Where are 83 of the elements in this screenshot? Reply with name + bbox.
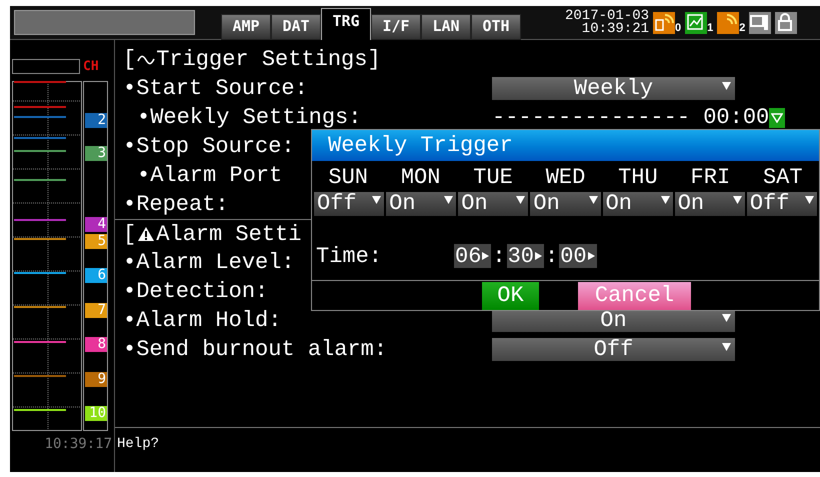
dropdown[interactable]: On (492, 309, 735, 332)
time-label: Time: (316, 242, 384, 270)
bracket: [ (123, 46, 136, 74)
time-spinner[interactable]: 06 (454, 244, 492, 268)
time-text: 10:39:21 (582, 22, 650, 36)
setting-label: •Alarm Hold: (123, 308, 282, 333)
caret-icon (588, 196, 598, 204)
signal-icon[interactable] (717, 12, 740, 34)
channel-name-field (12, 59, 80, 74)
day-dropdown[interactable]: On (530, 192, 601, 216)
channel-badge: 2 (85, 113, 107, 128)
caret-icon (516, 196, 526, 204)
setting-label: •Start Source: (123, 76, 308, 101)
monitor-icon[interactable] (749, 12, 772, 34)
channel-badge: 7 (85, 303, 107, 318)
card-signal-icon[interactable] (653, 12, 676, 34)
tab[interactable]: LAN (421, 14, 471, 40)
ok-button[interactable]: OK (482, 282, 539, 310)
day-label: MON (400, 164, 442, 192)
day-label: TUE (472, 164, 514, 192)
date-text: 2017-01-03 (565, 10, 650, 22)
caret-icon (732, 196, 742, 204)
icon-label: 2 (739, 22, 746, 34)
channel-badge: 9 (85, 372, 107, 387)
day-dropdown[interactable]: On (386, 192, 456, 216)
lock-icon[interactable] (775, 12, 798, 34)
channel-header: CH (83, 59, 99, 74)
setting-label: •Repeat: (123, 192, 229, 217)
day-dropdown[interactable]: Off (314, 192, 384, 216)
channel-badge: 3 (85, 146, 107, 161)
caret-icon (660, 196, 670, 204)
chart-icon[interactable] (685, 12, 708, 34)
icon-label: 0 (675, 22, 682, 34)
channel-badge: 6 (85, 268, 107, 283)
setting-label: •Weekly Settings: (137, 105, 362, 130)
bracket: ] (367, 46, 381, 74)
tab[interactable]: DAT (271, 14, 321, 40)
day-dropdown[interactable]: On (674, 192, 745, 216)
dialog-title: Weekly Trigger (312, 130, 819, 161)
day-dropdown[interactable]: Off (746, 192, 817, 216)
caret-icon (372, 196, 382, 204)
channel-badge: 4 (85, 217, 107, 232)
dropdown[interactable]: Weekly (492, 77, 735, 100)
time-spinner[interactable]: 00 (559, 244, 597, 268)
day-label: FRI (690, 164, 732, 192)
bracket: [ (123, 220, 136, 248)
channel-badge: 10 (85, 406, 107, 421)
time-separator: : (544, 242, 560, 270)
section-title: Alarm Setti (156, 220, 302, 248)
caret-icon (444, 196, 454, 204)
schedule-value: --------------- 00:00 (492, 104, 770, 132)
dropdown[interactable]: Off (492, 338, 735, 361)
time-spinner[interactable]: 30 (506, 244, 544, 268)
setting-label: •Stop Source: (123, 134, 295, 159)
tab[interactable]: AMP (221, 14, 271, 40)
triangle-icon (771, 112, 784, 122)
setting-label: •Alarm Port (137, 163, 282, 188)
setting-label: •Detection: (123, 279, 268, 304)
caret-icon (722, 314, 731, 322)
dropdown-button[interactable] (769, 108, 786, 128)
setting-label: •Alarm Level: (123, 250, 295, 275)
clock-text: 10:39:17 (44, 435, 113, 454)
section-title: Trigger Settings (156, 46, 368, 74)
caret-icon (805, 196, 814, 204)
caret-icon (722, 82, 731, 90)
day-label: THU (617, 164, 659, 192)
wave-icon (137, 52, 156, 66)
time-separator: : (491, 242, 507, 270)
caret-icon (722, 343, 731, 351)
warning-icon (137, 226, 156, 242)
icon-label: 1 (707, 22, 714, 34)
tab[interactable]: OTH (471, 14, 521, 40)
channel-badge: 8 (85, 337, 107, 352)
tab[interactable]: TRG (321, 8, 371, 40)
day-label: SAT (762, 164, 804, 192)
day-label: WED (544, 164, 586, 192)
day-label: SUN (327, 164, 370, 192)
tab[interactable]: I/F (371, 14, 421, 40)
setting-label: •Send burnout alarm: (123, 337, 388, 362)
day-dropdown[interactable]: On (458, 192, 528, 216)
channel-badge: 5 (85, 234, 107, 249)
day-dropdown[interactable]: On (602, 192, 673, 216)
help-text: Help? (117, 436, 160, 452)
